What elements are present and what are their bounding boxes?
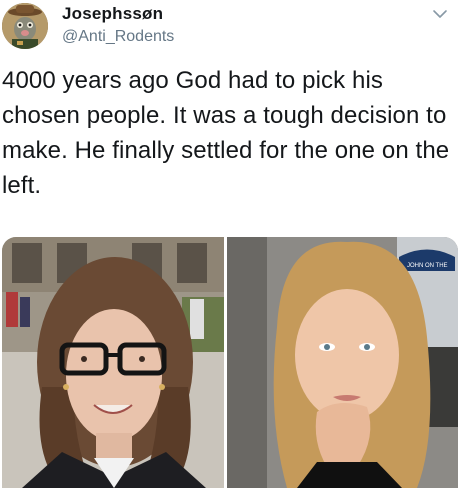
cartoon-rat-avatar-icon xyxy=(2,3,48,49)
woman-blonde-photo-icon: JOHN ON THE xyxy=(227,237,458,488)
author-handle[interactable]: @Anti_Rodents xyxy=(62,28,174,46)
tweet-text: 4000 years ago God had to pick his chose… xyxy=(2,67,450,199)
author-display-name[interactable]: Josephssøn xyxy=(62,4,163,24)
awning-sign-text: JOHN ON THE xyxy=(407,263,448,269)
chevron-down-icon xyxy=(433,10,447,18)
tweet-photo-right[interactable]: JOHN ON THE xyxy=(227,237,458,488)
tweet-photo-left[interactable] xyxy=(2,237,224,488)
woman-with-glasses-photo-icon xyxy=(2,237,224,488)
tweet-menu-button[interactable] xyxy=(431,7,449,21)
tweet-card[interactable]: Josephssøn @Anti_Rodents 4000 years ago … xyxy=(0,0,460,488)
author-avatar[interactable] xyxy=(2,3,48,49)
